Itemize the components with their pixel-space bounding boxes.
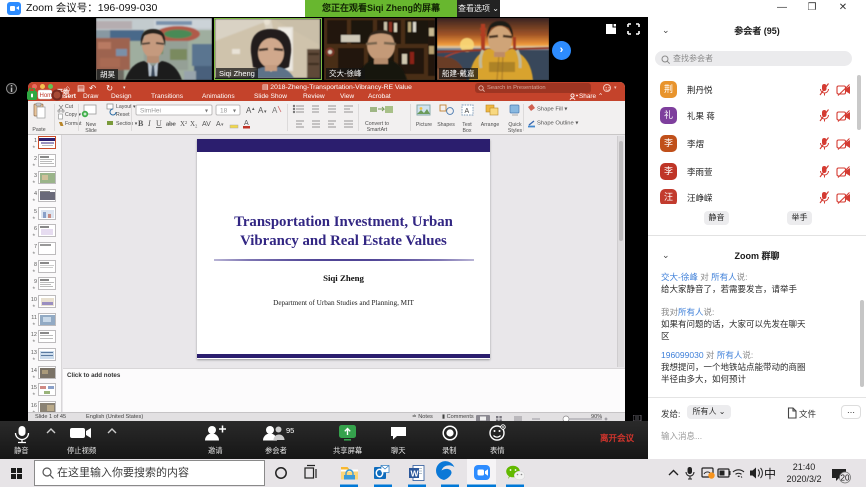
svg-text:Shape Fill ▾: Shape Fill ▾: [537, 107, 567, 113]
svg-text:A: A: [465, 108, 470, 115]
svg-text:20: 20: [841, 474, 850, 483]
svg-text:Shape Outline ▾: Shape Outline ▾: [537, 121, 578, 127]
svg-text:B: B: [138, 119, 144, 128]
svg-text:▾: ▾: [221, 122, 224, 128]
svg-text:▴: ▴: [252, 106, 255, 112]
svg-text:AV: AV: [202, 121, 211, 128]
svg-text:U: U: [156, 119, 162, 128]
svg-text:W: W: [411, 469, 420, 479]
svg-text:18: 18: [220, 108, 228, 115]
svg-text:▾: ▾: [264, 109, 267, 115]
svg-text:X²: X²: [180, 120, 187, 128]
svg-text:▾: ▾: [233, 109, 236, 115]
svg-text:X₂: X₂: [190, 120, 198, 128]
svg-text:I: I: [147, 119, 151, 128]
svg-text:Hom: Hom: [40, 93, 53, 99]
svg-text:A: A: [272, 106, 278, 115]
svg-text:中: 中: [764, 466, 776, 481]
svg-text:A: A: [244, 120, 249, 127]
svg-text:abe: abe: [166, 120, 176, 128]
svg-text:95: 95: [286, 426, 294, 435]
svg-text:▾: ▾: [205, 109, 208, 115]
svg-text:SimHei: SimHei: [140, 108, 161, 115]
